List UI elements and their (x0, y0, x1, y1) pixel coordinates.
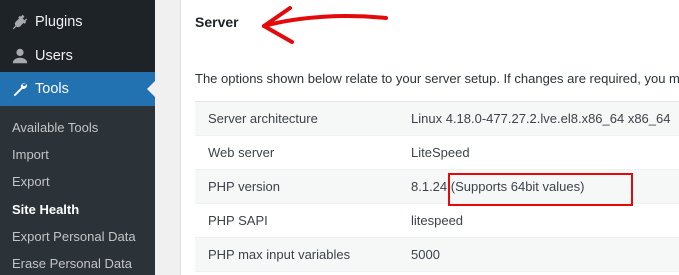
server-panel: Server The options shown below relate to… (180, 0, 679, 275)
menu-item-plugins[interactable]: Plugins (0, 5, 155, 39)
row-label: Web server (208, 145, 275, 160)
submenu-item-import[interactable]: Import (12, 147, 49, 163)
table-row: Web server LiteSpeed (195, 136, 679, 170)
annotation-arrow-icon (262, 6, 388, 44)
wrench-icon (10, 79, 30, 99)
submenu-item-site-health[interactable]: Site Health (12, 202, 79, 218)
user-icon (10, 46, 30, 66)
section-description: The options shown below relate to your s… (195, 71, 679, 86)
tools-submenu: Available Tools Import Export Site Healt… (0, 106, 155, 275)
table-row: PHP max input variables 5000 (195, 238, 679, 272)
annotation-highlight-box (448, 173, 633, 206)
submenu-item-erase-personal-data[interactable]: Erase Personal Data (12, 256, 132, 272)
menu-item-label: Plugins (35, 14, 83, 30)
menu-item-tools[interactable]: Tools (0, 72, 155, 106)
plug-icon (10, 12, 30, 32)
row-value: LiteSpeed (411, 145, 470, 160)
submenu-item-export[interactable]: Export (12, 174, 50, 190)
server-info-table: Server architecture Linux 4.18.0-477.27.… (195, 101, 679, 272)
row-value: litespeed (411, 213, 464, 228)
submenu-item-export-personal-data[interactable]: Export Personal Data (12, 229, 136, 245)
table-row: Server architecture Linux 4.18.0-477.27.… (195, 102, 679, 136)
row-label: PHP version (208, 179, 281, 194)
main-content: Server The options shown below relate to… (155, 0, 679, 275)
row-value: Linux 4.18.0-477.27.2.lve.el8.x86_64 x86… (411, 111, 671, 126)
table-row: PHP SAPI litespeed (195, 204, 679, 238)
admin-sidebar: Plugins Users Tools Available Tools Impo… (0, 0, 155, 275)
row-label: PHP max input variables (208, 247, 351, 262)
section-title: Server (195, 14, 239, 30)
row-label: Server architecture (208, 111, 318, 126)
row-label: PHP SAPI (208, 213, 268, 228)
menu-item-label: Tools (35, 81, 69, 97)
row-value: 5000 (411, 247, 440, 262)
menu-item-label: Users (35, 48, 73, 64)
menu-item-users[interactable]: Users (0, 39, 155, 73)
submenu-item-available-tools[interactable]: Available Tools (12, 120, 98, 136)
